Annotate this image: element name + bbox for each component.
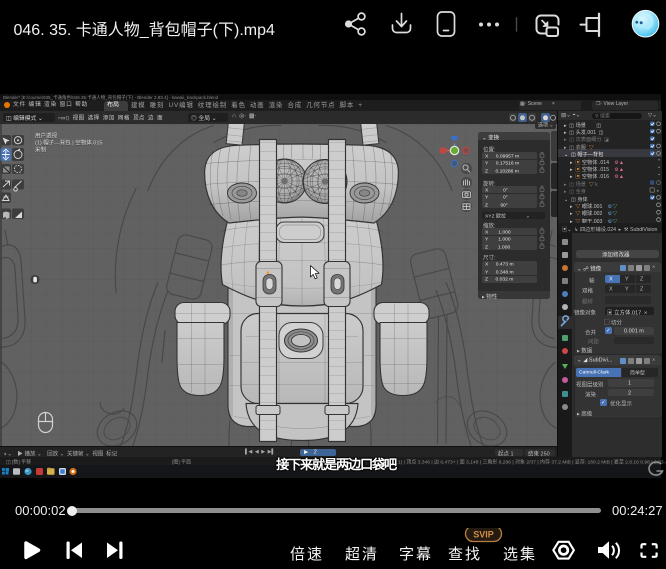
svg-text:SVIP: SVIP — [473, 530, 494, 540]
